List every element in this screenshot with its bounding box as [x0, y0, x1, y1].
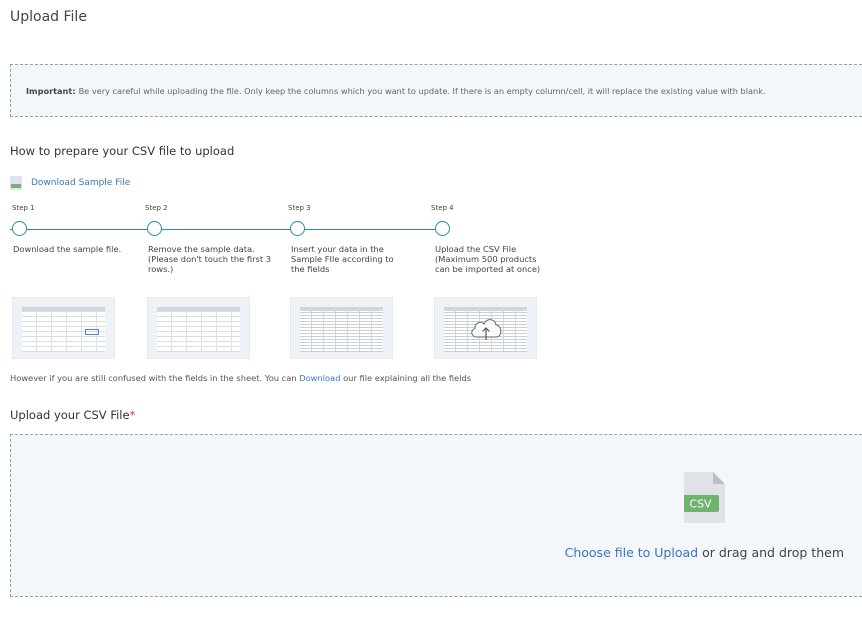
step-3-marker [290, 221, 305, 236]
step-3-thumbnail [290, 297, 393, 359]
drag-drop-text: or drag and drop them [702, 545, 844, 560]
upload-title-text: Upload your CSV File [10, 408, 130, 422]
step-4-description: Upload the CSV File (Maximum 500 product… [435, 244, 541, 274]
page-title: Upload File [10, 9, 87, 25]
step-2-label: Step 2 [145, 204, 168, 212]
help-prefix: However if you are still confused with t… [10, 373, 297, 383]
step-4-thumbnail [434, 297, 537, 359]
file-dropzone[interactable]: CSV Choose file to Upload or drag and dr… [10, 434, 862, 597]
csv-badge-text: CSV [689, 498, 712, 511]
required-mark: * [129, 408, 136, 422]
help-download-link[interactable]: Download [299, 373, 340, 383]
upload-section-title: Upload your CSV File* [10, 408, 135, 422]
step-1-label: Step 1 [12, 204, 35, 212]
choose-file-link[interactable]: Choose file to Upload [565, 545, 698, 560]
important-notice: Important: Be very careful while uploadi… [10, 64, 862, 117]
step-3-label: Step 3 [288, 204, 311, 212]
prepare-section-title: How to prepare your CSV file to upload [10, 144, 235, 158]
csv-file-icon: CSV [684, 472, 725, 523]
step-2-thumbnail [147, 297, 250, 359]
step-1-marker [12, 221, 27, 236]
help-suffix: our file explaining all the fields [343, 373, 472, 383]
step-4-marker [435, 221, 450, 236]
download-sample-file[interactable]: Download Sample File [10, 176, 130, 190]
step-2-marker [147, 221, 162, 236]
step-1-description: Download the sample file. [13, 244, 122, 254]
csv-file-icon [10, 176, 22, 190]
choose-file-prompt: Choose file to Upload or drag and drop t… [565, 545, 844, 560]
cloud-upload-icon [470, 319, 501, 340]
download-sample-link[interactable]: Download Sample File [31, 178, 130, 188]
notice-text: Be very careful while uploading the file… [78, 85, 766, 96]
notice-label: Important: [26, 85, 76, 96]
step-3-description: Insert your data in the Sample FIle acco… [291, 244, 394, 274]
step-4-label: Step 4 [431, 204, 454, 212]
help-text: However if you are still confused with t… [10, 373, 471, 383]
step-timeline-line [10, 229, 444, 230]
step-2-description: Remove the sample data. (Please don't to… [148, 244, 271, 274]
step-1-thumbnail [12, 297, 115, 359]
